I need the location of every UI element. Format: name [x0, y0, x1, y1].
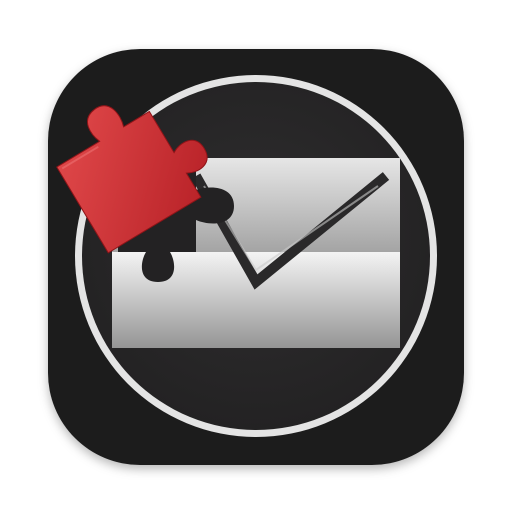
- app-icon-canvas: [0, 0, 512, 512]
- mail-plugin-icon: [48, 49, 464, 465]
